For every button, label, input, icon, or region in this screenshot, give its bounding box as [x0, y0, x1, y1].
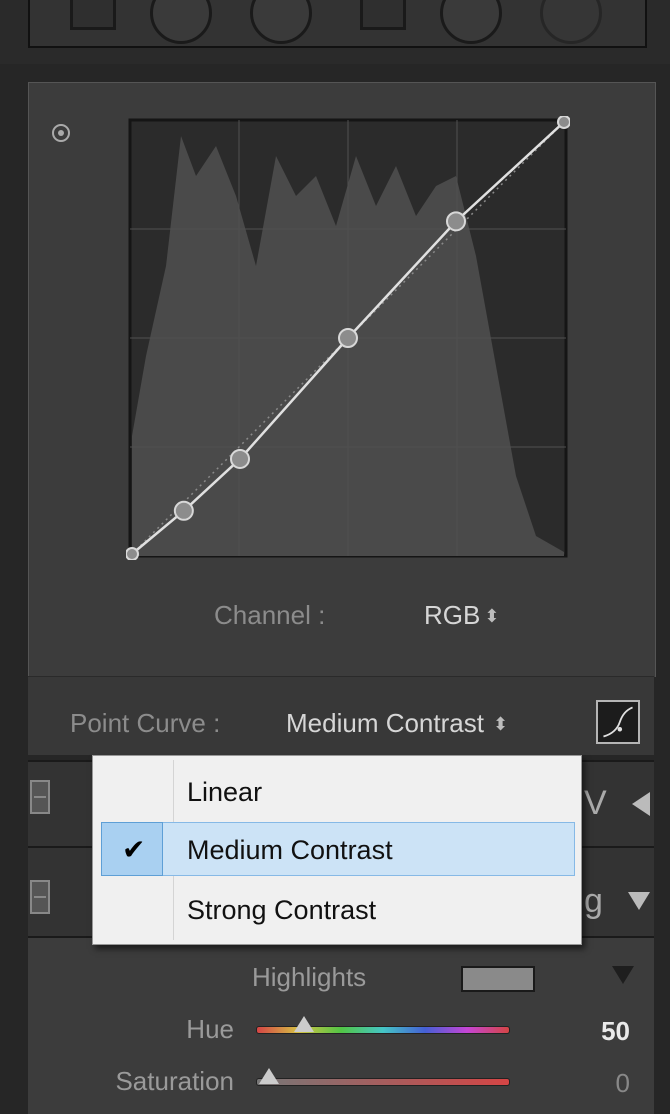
saturation-label: Saturation	[115, 1066, 234, 1096]
point-curve-label: Point Curve :	[70, 708, 221, 738]
highlight-color-swatch[interactable]	[461, 966, 535, 992]
red-eye-tool-icon[interactable]	[250, 0, 312, 44]
top-toolbar-strip	[0, 0, 670, 64]
panel-toggle-switch[interactable]	[30, 880, 50, 914]
panel-b-title-fragment: g	[584, 882, 603, 920]
curve-control-point[interactable]	[338, 328, 358, 348]
expand-down-icon[interactable]	[628, 892, 650, 910]
saturation-value[interactable]: 0	[570, 1068, 630, 1099]
channel-value: RGB	[424, 600, 481, 630]
spot-removal-tool-icon[interactable]	[150, 0, 212, 44]
point-curve-select[interactable]: Medium Contrast ⬍	[286, 708, 508, 739]
menu-item-label: Linear	[187, 777, 263, 807]
updown-arrows-icon: ⬍	[484, 606, 500, 626]
brush-tool-icon[interactable]	[540, 0, 602, 44]
point-curve-dropdown-menu: Linear ✔ Medium Contrast Strong Contrast	[92, 755, 582, 945]
channel-label: Channel :	[214, 600, 326, 630]
collapse-left-icon[interactable]	[632, 792, 650, 816]
point-curve-value: Medium Contrast	[286, 708, 484, 738]
radial-filter-icon[interactable]	[440, 0, 502, 44]
curve-control-point[interactable]	[557, 116, 570, 129]
menu-item-label: Strong Contrast	[187, 895, 377, 925]
crop-tool-icon[interactable]	[70, 0, 116, 30]
dropdown-triangle-icon[interactable]	[612, 966, 634, 984]
menu-item-strong-contrast[interactable]: Strong Contrast	[93, 880, 581, 938]
panel-toggle-switch[interactable]	[30, 780, 50, 814]
menu-item-medium-contrast[interactable]: ✔ Medium Contrast	[93, 820, 581, 878]
highlights-label: Highlights	[252, 962, 367, 992]
checkmark-box: ✔	[101, 822, 163, 876]
target-adjustment-icon[interactable]	[52, 124, 70, 142]
panel-a-title-fragment: V	[584, 784, 607, 822]
saturation-slider-thumb[interactable]	[258, 1068, 279, 1084]
curve-control-point[interactable]	[230, 448, 250, 469]
edit-point-curve-icon[interactable]	[596, 700, 640, 744]
curve-control-point[interactable]	[446, 211, 466, 232]
saturation-slider-track[interactable]	[256, 1078, 510, 1086]
graduated-filter-icon[interactable]	[360, 0, 406, 30]
updown-arrows-icon: ⬍	[487, 714, 509, 734]
tone-curve-graph[interactable]	[126, 116, 570, 560]
hue-label: Hue	[186, 1014, 234, 1044]
hue-value[interactable]: 50	[570, 1016, 630, 1047]
menu-item-linear[interactable]: Linear	[93, 762, 581, 820]
curve-control-point[interactable]	[173, 500, 194, 521]
channel-select[interactable]: RGB ⬍	[424, 600, 499, 631]
hue-slider-thumb[interactable]	[293, 1016, 314, 1032]
menu-item-label: Medium Contrast	[187, 835, 393, 865]
curve-control-point[interactable]	[126, 547, 139, 560]
tool-strip	[28, 0, 647, 48]
checkmark-icon: ✔	[122, 834, 146, 865]
